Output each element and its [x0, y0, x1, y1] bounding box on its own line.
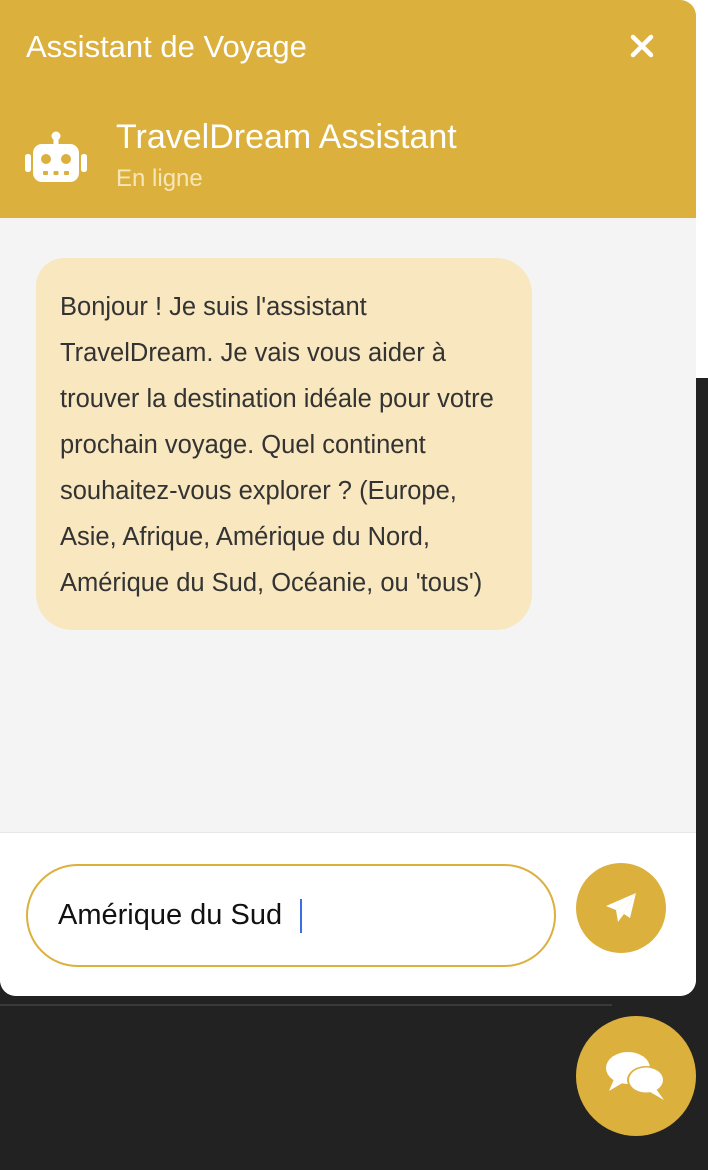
send-button[interactable] — [576, 863, 666, 953]
chat-title: Assistant de Voyage — [26, 29, 307, 64]
chat-launcher-button[interactable] — [576, 1016, 696, 1136]
bot-message-bubble: Bonjour ! Je suis l'assistant TravelDrea… — [36, 258, 532, 630]
robot-icon — [25, 131, 87, 182]
text-cursor — [300, 899, 302, 933]
chat-header: Assistant de Voyage — [0, 0, 696, 98]
close-icon — [630, 34, 654, 58]
message-composer — [0, 832, 696, 996]
bot-status: En ligne — [116, 165, 203, 192]
bot-info-bar: TravelDream Assistant En ligne — [0, 98, 696, 218]
chat-bubbles-icon — [606, 1052, 665, 1100]
page-divider — [0, 1004, 612, 1006]
close-button[interactable] — [622, 26, 662, 66]
message-list: Bonjour ! Je suis l'assistant TravelDrea… — [0, 218, 696, 832]
message-input[interactable] — [26, 864, 556, 967]
paper-plane-icon — [606, 893, 636, 922]
bot-name: TravelDream Assistant — [116, 118, 457, 156]
chat-window: Assistant de Voyage TravelDream Assistan… — [0, 0, 696, 996]
